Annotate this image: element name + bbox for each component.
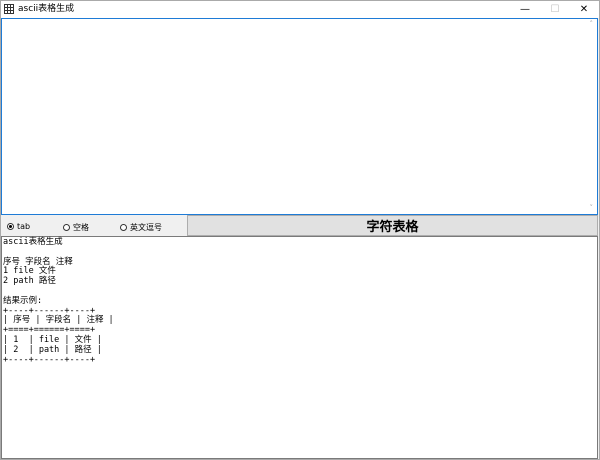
generate-table-button[interactable]: 字符表格 xyxy=(187,215,598,236)
radio-selected-dot xyxy=(9,225,12,228)
radio-comma-label: 英文逗号 xyxy=(130,223,162,232)
radio-comma-circle[interactable] xyxy=(120,224,127,231)
radio-space-circle[interactable] xyxy=(63,224,70,231)
window-title: ascii表格生成 xyxy=(18,4,75,14)
title-bar: ascii表格生成 — ☐ ✕ xyxy=(1,1,599,18)
radio-tab-circle[interactable] xyxy=(7,223,14,230)
delimiter-options: tab 空格 英文逗号 xyxy=(1,217,186,237)
close-button[interactable]: ✕ xyxy=(570,1,598,18)
table-grid-icon xyxy=(4,4,14,14)
output-textarea[interactable]: ascii表格生成 序号 字段名 注释 1 file 文件 2 path 路径 … xyxy=(1,236,598,459)
radio-tab[interactable]: tab xyxy=(7,222,30,231)
radio-space[interactable]: 空格 xyxy=(63,222,89,233)
radio-comma[interactable]: 英文逗号 xyxy=(120,222,162,233)
output-text: ascii表格生成 序号 字段名 注释 1 file 文件 2 path 路径 … xyxy=(3,237,114,365)
maximize-button[interactable]: ☐ xyxy=(541,1,569,18)
scroll-up-arrow-icon[interactable]: ˄ xyxy=(590,20,594,28)
radio-space-label: 空格 xyxy=(73,223,89,232)
app-window: ascii表格生成 — ☐ ✕ ˄ ˅ tab 空格 英文逗号 字符表格 asc… xyxy=(0,0,600,460)
minimize-button[interactable]: — xyxy=(511,1,539,18)
input-textarea[interactable] xyxy=(1,18,598,215)
radio-tab-label: tab xyxy=(17,222,31,231)
